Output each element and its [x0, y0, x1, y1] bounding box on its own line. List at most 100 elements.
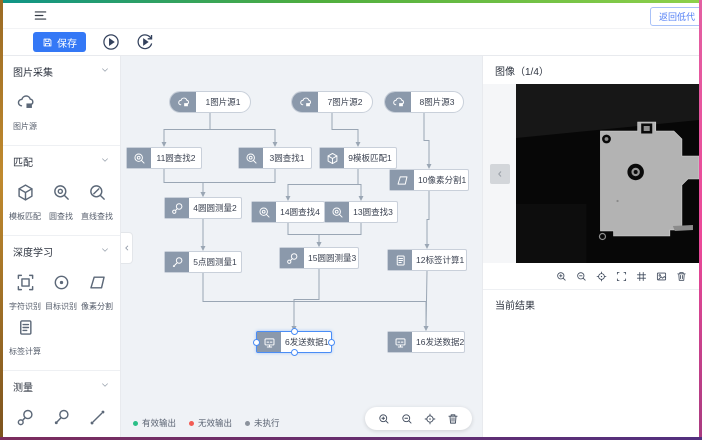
- chevron-left-icon: [123, 244, 131, 252]
- sidebar-tool-cube[interactable]: 模板匹配: [7, 183, 43, 222]
- back-to-lowcode-button[interactable]: 返回低代: [650, 7, 702, 26]
- label-calc-icon: [16, 318, 35, 342]
- play-icon: [102, 33, 120, 51]
- sidebar-tool-measure-pp[interactable]: 点点测量: [79, 408, 115, 437]
- flow-node-14[interactable]: 14圆查找4: [251, 201, 325, 223]
- fullscreen-button[interactable]: [616, 271, 627, 282]
- node-handle-right[interactable]: [328, 339, 335, 346]
- chevron-down-icon[interactable]: [100, 65, 110, 78]
- flow-node-13[interactable]: 13圆查找3: [324, 201, 398, 223]
- flow-node-label: 16发送数据2: [412, 336, 468, 348]
- chevron-down-icon[interactable]: [100, 380, 110, 393]
- sidebar-tool-line-find[interactable]: 直线查找: [79, 183, 115, 222]
- legend-item: 无效输出: [189, 417, 232, 429]
- flow-node-15[interactable]: 15圆圆测量3: [279, 247, 359, 269]
- play-cycle-icon: [136, 33, 154, 51]
- flow-node-5[interactable]: 5点圆测量1: [164, 251, 242, 273]
- sidebar-tool-measure-pc[interactable]: 点圆测量: [43, 408, 79, 437]
- send-data-icon: [388, 332, 412, 352]
- sidebar-tool-circle-find[interactable]: 圆查找: [43, 183, 79, 222]
- main-area: 图片采集图片源匹配模板匹配圆查找直线查找深度学习字符识别目标识别像素分割标签计算…: [3, 56, 699, 437]
- sidebar-section-title: 匹配: [13, 154, 33, 169]
- image-button[interactable]: [656, 271, 667, 282]
- flow-node-8[interactable]: 8图片源3: [384, 91, 464, 113]
- flow-node-label: 15圆圆测量3: [304, 252, 360, 264]
- measure-cc-icon: [16, 408, 35, 432]
- circle-find-icon: [52, 183, 71, 207]
- sidebar-tool-label: 直线查找: [81, 211, 113, 222]
- flow-node-label: 6发送数据1: [281, 336, 332, 348]
- run-continuous-button[interactable]: [135, 33, 154, 52]
- zoom-in-button[interactable]: [556, 271, 567, 282]
- toolbar: 保存: [3, 29, 699, 56]
- flow-node-4[interactable]: 4圆圆测量2: [164, 197, 242, 219]
- canvas-zoom-toolbar: [365, 407, 472, 430]
- locate-button[interactable]: [596, 271, 607, 282]
- image-toolbar: [483, 263, 699, 290]
- flow-node-3[interactable]: 3圆查找1: [238, 147, 312, 169]
- flow-node-10[interactable]: 10像素分割1: [389, 169, 469, 191]
- circle-find-icon: [252, 202, 276, 222]
- flow-node-12[interactable]: 12标签计算1: [387, 249, 467, 271]
- sidebar-tool-label-calc[interactable]: 标签计算: [7, 318, 43, 357]
- sidebar-section-title: 图片采集: [13, 64, 53, 79]
- inspection-image[interactable]: [516, 84, 699, 263]
- flow-node-label: 9模板匹配1: [344, 152, 396, 164]
- circle-find-icon: [127, 148, 151, 168]
- chevron-down-icon[interactable]: [100, 155, 110, 168]
- flow-node-1[interactable]: 1图片源1: [169, 91, 251, 113]
- target-icon: [52, 273, 71, 297]
- sidebar-tool-label: 点点测量: [81, 436, 113, 437]
- sidebar-collapse-tab[interactable]: [121, 232, 133, 264]
- flow-canvas[interactable]: 1图片源1 7图片源2 8图片源3 11圆查找2 3圆查找1 9模板匹配1 10像素分割1 4…: [121, 56, 482, 437]
- flow-node-6[interactable]: 6发送数据1: [256, 331, 332, 353]
- sidebar-section: 深度学习字符识别目标识别像素分割标签计算: [3, 236, 120, 371]
- save-button[interactable]: 保存: [33, 32, 86, 52]
- zoom-out-button[interactable]: [576, 271, 587, 282]
- menu-icon[interactable]: [33, 8, 48, 23]
- sidebar-tool-measure-cc[interactable]: 圆圆测量: [7, 408, 43, 437]
- legend-item: 未执行: [245, 417, 280, 429]
- flow-node-11[interactable]: 11圆查找2: [126, 147, 202, 169]
- legend-label: 未执行: [254, 417, 280, 429]
- canvas-legend: 有效输出无效输出未执行: [133, 417, 280, 429]
- results-panel-title: 当前结果: [483, 290, 699, 318]
- run-button[interactable]: [101, 33, 120, 52]
- chevron-down-icon[interactable]: [100, 245, 110, 258]
- zoom-in-button[interactable]: [378, 413, 390, 425]
- sidebar-tool-target[interactable]: 目标识别: [43, 273, 79, 312]
- flow-node-label: 11圆查找2: [151, 152, 201, 164]
- zoom-out-button[interactable]: [401, 413, 413, 425]
- prev-image-button[interactable]: [490, 164, 510, 184]
- flow-node-label: 3圆查找1: [263, 152, 311, 164]
- image-viewer: [483, 84, 699, 263]
- node-handle-left[interactable]: [253, 339, 260, 346]
- sidebar-tool-cloud-image[interactable]: 图片源: [7, 93, 43, 132]
- grid-button[interactable]: [636, 271, 647, 282]
- trash-button[interactable]: [676, 271, 687, 282]
- sidebar-tool-label: 图片源: [13, 121, 37, 132]
- node-handle-bottom[interactable]: [291, 349, 298, 356]
- trash-button[interactable]: [447, 413, 459, 425]
- circle-find-icon: [325, 202, 349, 222]
- cloud-image-icon: [385, 92, 411, 112]
- node-handle-top[interactable]: [291, 328, 298, 335]
- line-find-icon: [88, 183, 107, 207]
- measure-cc-icon: [165, 198, 189, 218]
- cube-icon: [16, 183, 35, 207]
- locate-button[interactable]: [424, 413, 436, 425]
- label-calc-icon: [388, 250, 412, 270]
- measure-pp-icon: [88, 408, 107, 432]
- legend-label: 无效输出: [198, 417, 232, 429]
- sidebar-tool-ocr[interactable]: 字符识别: [7, 273, 43, 312]
- flow-node-9[interactable]: 9模板匹配1: [319, 147, 397, 169]
- flow-node-16[interactable]: 16发送数据2: [387, 331, 465, 353]
- flow-node-label: 12标签计算1: [412, 254, 468, 266]
- circle-find-icon: [239, 148, 263, 168]
- cube-icon: [320, 148, 344, 168]
- flow-node-7[interactable]: 7图片源2: [291, 91, 373, 113]
- flow-node-label: 8图片源3: [411, 96, 463, 108]
- sidebar-tool-segment[interactable]: 像素分割: [79, 273, 115, 312]
- flow-node-label: 7图片源2: [318, 96, 372, 108]
- measure-pc-icon: [165, 252, 189, 272]
